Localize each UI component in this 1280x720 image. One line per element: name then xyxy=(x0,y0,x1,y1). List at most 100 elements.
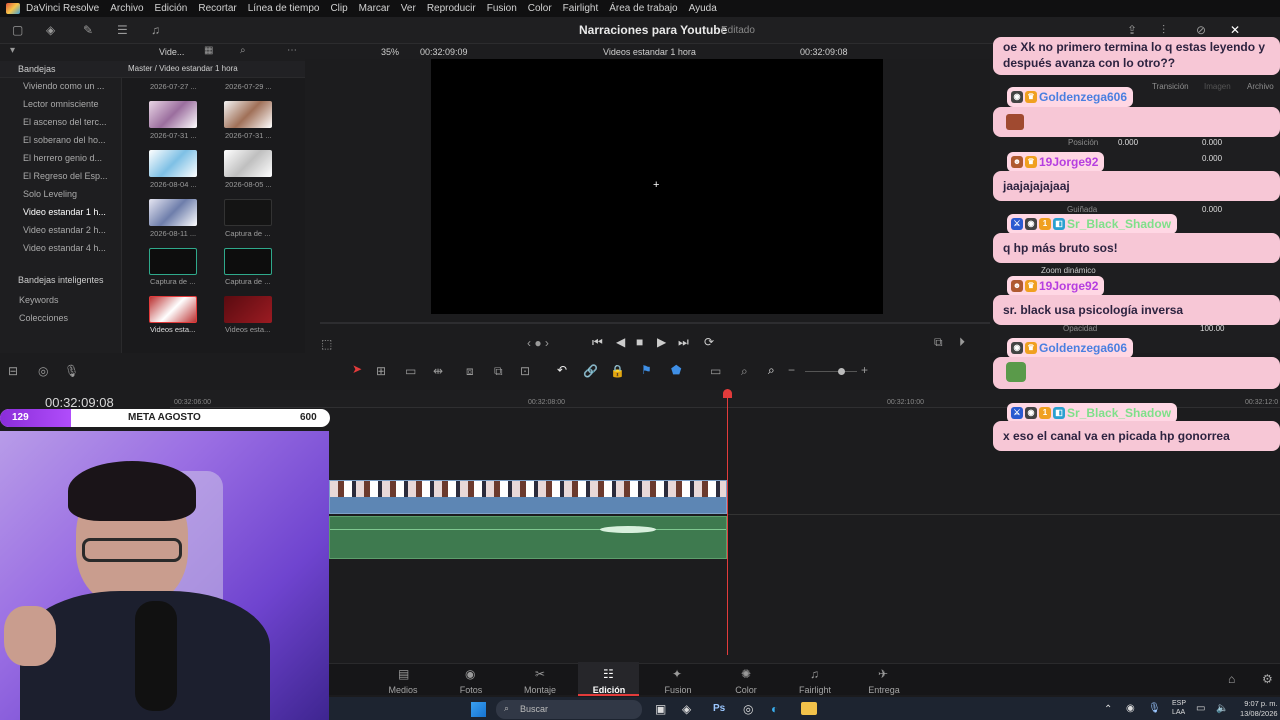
home-icon[interactable]: ⌂ xyxy=(1228,672,1235,686)
photoshop-taskbar-icon[interactable]: Ps xyxy=(713,703,725,714)
bin-item[interactable]: Lector omnisciente xyxy=(23,99,99,109)
bin-item[interactable]: Video estandar 4 h... xyxy=(23,243,106,253)
grid-view-icon[interactable]: ▦ xyxy=(204,45,213,56)
file-explorer-icon[interactable] xyxy=(801,702,817,715)
clip-thumbnail[interactable] xyxy=(224,101,272,128)
mic-tray-icon[interactable]: 🎙 xyxy=(1148,703,1161,714)
menu-recortar[interactable]: Recortar xyxy=(198,3,236,14)
inspector-tab-transicion[interactable]: Transición xyxy=(1152,82,1189,91)
deliver-page-icon[interactable]: ✈ xyxy=(878,667,888,681)
snapping-icon[interactable]: ↶ xyxy=(557,363,567,377)
smart-bin-colecciones[interactable]: Colecciones xyxy=(19,313,68,323)
play-reverse-icon[interactable]: ◀ xyxy=(616,335,625,349)
page-entrega[interactable]: Entrega xyxy=(854,685,914,695)
bin-item[interactable]: El soberano del ho... xyxy=(23,135,106,145)
menu-edicion[interactable]: Edición xyxy=(155,3,188,14)
stop-icon[interactable]: ■ xyxy=(636,335,643,349)
edit-index-icon[interactable]: ✎ xyxy=(83,23,93,37)
zoom-custom-icon[interactable]: ⌕ xyxy=(768,363,775,378)
scrubber-bar[interactable] xyxy=(320,322,990,324)
taskbar-search[interactable]: ⌕ Buscar xyxy=(496,700,642,719)
bin-item[interactable]: Video estandar 2 h... xyxy=(23,225,106,235)
page-montaje[interactable]: Montaje xyxy=(510,685,570,695)
field-posicion-x[interactable]: 0.000 xyxy=(1118,138,1138,147)
export-icon[interactable]: ⇪ xyxy=(1127,23,1137,37)
marker-icon[interactable]: ⬟ xyxy=(671,363,681,377)
edge-taskbar-icon[interactable]: ◐ xyxy=(771,702,778,716)
page-fusion[interactable]: Fusion xyxy=(648,685,708,695)
bin-item[interactable]: Viviendo como un ... xyxy=(23,81,104,91)
video-clip[interactable] xyxy=(329,480,727,514)
menu-app[interactable]: DaVinci Resolve xyxy=(26,3,99,14)
field-guinada[interactable]: 0.000 xyxy=(1202,205,1222,214)
clip-thumbnail[interactable] xyxy=(224,248,272,275)
media-pool-icon[interactable]: ▢ xyxy=(12,23,23,37)
menu-reproducir[interactable]: Reproducir xyxy=(427,3,476,14)
zoom-full-icon[interactable]: ▭ xyxy=(710,364,721,378)
page-medios[interactable]: Medios xyxy=(373,685,433,695)
fairlight-page-icon[interactable]: ♫ xyxy=(810,667,819,681)
fusion-page-icon[interactable]: ✦ xyxy=(672,667,682,681)
viewer-title[interactable]: Videos estandar 1 hora xyxy=(603,47,696,57)
sound-library-icon[interactable]: ♫ xyxy=(151,23,160,37)
menu-archivo[interactable]: Archivo xyxy=(110,3,143,14)
overwrite-clip-icon[interactable]: ⧉ xyxy=(494,364,503,379)
layout-icon[interactable]: ⊟ xyxy=(8,364,18,378)
color-page-icon[interactable]: ✺ xyxy=(741,667,751,681)
network-icon[interactable]: ▭ xyxy=(1196,703,1205,714)
menu-area-trabajo[interactable]: Área de trabajo xyxy=(609,3,677,14)
cut-page-icon[interactable]: ✂ xyxy=(535,667,545,681)
mixer-icon[interactable]: ⫶ xyxy=(1162,23,1165,38)
page-edicion[interactable]: Edición xyxy=(579,685,639,695)
insert-clip-icon[interactable]: ⧈ xyxy=(466,364,474,379)
lock-icon[interactable]: 🔒 xyxy=(610,364,625,378)
mic-icon[interactable]: 🎙 xyxy=(64,364,79,378)
clip-thumbnail[interactable] xyxy=(149,101,197,128)
page-fotos[interactable]: Fotos xyxy=(441,685,501,695)
bin-selector[interactable]: Vide... xyxy=(159,47,184,57)
video-viewer[interactable]: + xyxy=(431,59,883,314)
settings-icon[interactable]: ⚙ xyxy=(1262,672,1273,686)
link-icon[interactable]: 🔗 xyxy=(583,364,598,378)
panel-toggle-icon[interactable]: ▾ xyxy=(10,45,15,56)
more-options-icon[interactable]: ⋯ xyxy=(287,45,297,56)
effects-icon[interactable]: ◈ xyxy=(46,23,55,37)
clip-thumbnail[interactable] xyxy=(149,248,197,275)
next-edit-icon[interactable]: ⏵ xyxy=(959,335,965,350)
clip-thumbnail[interactable] xyxy=(224,296,272,323)
menu-ver[interactable]: Ver xyxy=(401,3,416,14)
clip-thumbnail[interactable] xyxy=(224,199,272,226)
input-language[interactable]: ESP LAA xyxy=(1172,699,1186,717)
edit-page-icon[interactable]: ☷ xyxy=(603,667,614,681)
clip-thumbnail[interactable] xyxy=(149,199,197,226)
tray-app-icon[interactable]: ◉ xyxy=(1126,703,1135,714)
bin-item[interactable]: El ascenso del terc... xyxy=(23,117,107,127)
selection-tool-icon[interactable]: ➤ xyxy=(352,362,362,376)
flag-icon[interactable]: ⚑ xyxy=(641,363,652,377)
zoom-detail-icon[interactable]: ⌕ xyxy=(741,364,748,379)
crop-icon[interactable]: ⬚ xyxy=(321,337,332,351)
tray-expand-icon[interactable]: ⌃ xyxy=(1104,704,1112,715)
menu-fairlight[interactable]: Fairlight xyxy=(563,3,599,14)
metadata-icon[interactable]: ⊘ xyxy=(1196,23,1206,37)
field-opacidad[interactable]: 100.00 xyxy=(1200,324,1224,333)
smart-bin-keywords[interactable]: Keywords xyxy=(19,295,59,305)
windows-start-icon[interactable] xyxy=(471,702,486,717)
list-icon[interactable]: ☰ xyxy=(117,23,128,37)
obs-taskbar-icon[interactable]: ◎ xyxy=(743,702,753,716)
task-view-icon[interactable]: ▣ xyxy=(655,702,666,716)
zoom-level[interactable]: 35% xyxy=(381,47,399,57)
play-icon[interactable]: ▶ xyxy=(657,335,666,349)
menu-color[interactable]: Color xyxy=(528,3,552,14)
replace-clip-icon[interactable]: ⊡ xyxy=(520,364,530,378)
inspector-icon[interactable]: ✕ xyxy=(1230,23,1240,37)
clip-thumbnail-selected[interactable] xyxy=(149,296,197,323)
effects-toggle-icon[interactable]: ◎ xyxy=(38,364,48,378)
jog-icon[interactable]: ‹ ● › xyxy=(527,336,549,350)
clip-thumbnail[interactable] xyxy=(149,150,197,177)
volume-icon[interactable]: 🔈 xyxy=(1216,703,1228,714)
clock[interactable]: 9:07 p. m. 13/08/2026 xyxy=(1240,699,1278,719)
page-fairlight[interactable]: Fairlight xyxy=(785,685,845,695)
dynamic-trim-icon[interactable]: ⇹ xyxy=(433,364,443,378)
search-icon[interactable]: ⌕ xyxy=(240,45,246,56)
